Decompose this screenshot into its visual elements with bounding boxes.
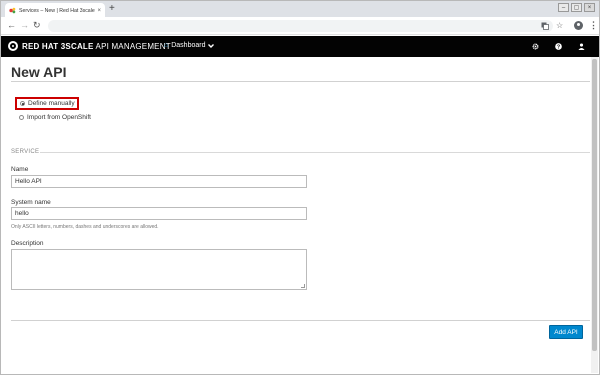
- add-api-button[interactable]: Add API: [549, 325, 583, 339]
- menu-icon[interactable]: ⋮: [589, 20, 598, 31]
- chevron-down-icon: [208, 43, 215, 48]
- dashboard-menu[interactable]: ⌂ Dashboard: [164, 42, 215, 49]
- define-manually-highlight: Define manually: [15, 97, 79, 110]
- browser-tab[interactable]: Services – New | Red Hat 3scale ×: [5, 3, 105, 18]
- page-scrollbar[interactable]: [591, 57, 598, 373]
- reload-button[interactable]: ↻: [33, 20, 41, 31]
- page-title: New API: [11, 64, 67, 80]
- define-manually-label: Define manually: [28, 100, 75, 107]
- 3scale-logo-icon: [8, 41, 18, 51]
- define-manually-radio[interactable]: [20, 101, 25, 106]
- description-label: Description: [11, 240, 44, 247]
- gear-icon[interactable]: [532, 43, 539, 50]
- dashboard-label: Dashboard: [171, 42, 206, 49]
- import-openshift-label: Import from OpenShift: [27, 114, 91, 121]
- service-section-label: SERVICE: [11, 149, 40, 155]
- address-bar[interactable]: [48, 20, 553, 32]
- maximize-button[interactable]: ▢: [571, 3, 582, 12]
- footer-divider: [11, 320, 590, 321]
- system-name-help: Only ASCII letters, numbers, dashes and …: [11, 224, 159, 230]
- brand-title[interactable]: RED HAT 3SCALE API MANAGEMENT: [22, 42, 171, 51]
- forward-button[interactable]: →: [20, 20, 29, 31]
- system-name-label: System name: [11, 199, 51, 206]
- import-openshift-radio[interactable]: [19, 115, 24, 120]
- name-input[interactable]: [11, 175, 307, 188]
- name-label: Name: [11, 166, 29, 173]
- window-controls: – ▢ ×: [558, 3, 595, 12]
- star-icon[interactable]: ☆: [556, 20, 563, 31]
- close-window-button[interactable]: ×: [584, 3, 595, 12]
- system-name-input[interactable]: [11, 207, 307, 220]
- user-icon[interactable]: [578, 43, 585, 50]
- browser-tabstrip: Services – New | Red Hat 3scale × + – ▢ …: [0, 0, 600, 18]
- import-openshift-option[interactable]: Import from OpenShift: [19, 114, 91, 121]
- define-manually-option[interactable]: Define manually: [20, 100, 75, 107]
- back-button[interactable]: ←: [7, 20, 16, 31]
- browser-toolbar: ← → ↻ ☆ ⋮: [0, 17, 600, 35]
- account-icon[interactable]: [574, 21, 583, 30]
- help-icon[interactable]: ?: [555, 43, 562, 50]
- favicon-icon: [9, 7, 16, 14]
- svg-text:?: ?: [557, 44, 560, 50]
- tab-title: Services – New | Red Hat 3scale: [19, 7, 95, 14]
- description-textarea[interactable]: [11, 249, 307, 290]
- resize-handle[interactable]: [301, 284, 305, 288]
- minimize-button[interactable]: –: [558, 3, 569, 12]
- title-divider: [11, 81, 590, 82]
- brand-rest: API MANAGEMENT: [93, 42, 171, 51]
- section-divider: [40, 152, 590, 153]
- translate-icon[interactable]: [541, 22, 549, 30]
- tab-close-icon[interactable]: ×: [97, 8, 101, 14]
- app-navbar: RED HAT 3SCALE API MANAGEMENT ⌂ Dashboar…: [0, 36, 600, 57]
- home-icon: ⌂: [164, 42, 169, 49]
- scrollbar-thumb[interactable]: [592, 59, 597, 351]
- brand-bold: RED HAT 3SCALE: [22, 42, 94, 51]
- new-tab-button[interactable]: +: [109, 4, 115, 14]
